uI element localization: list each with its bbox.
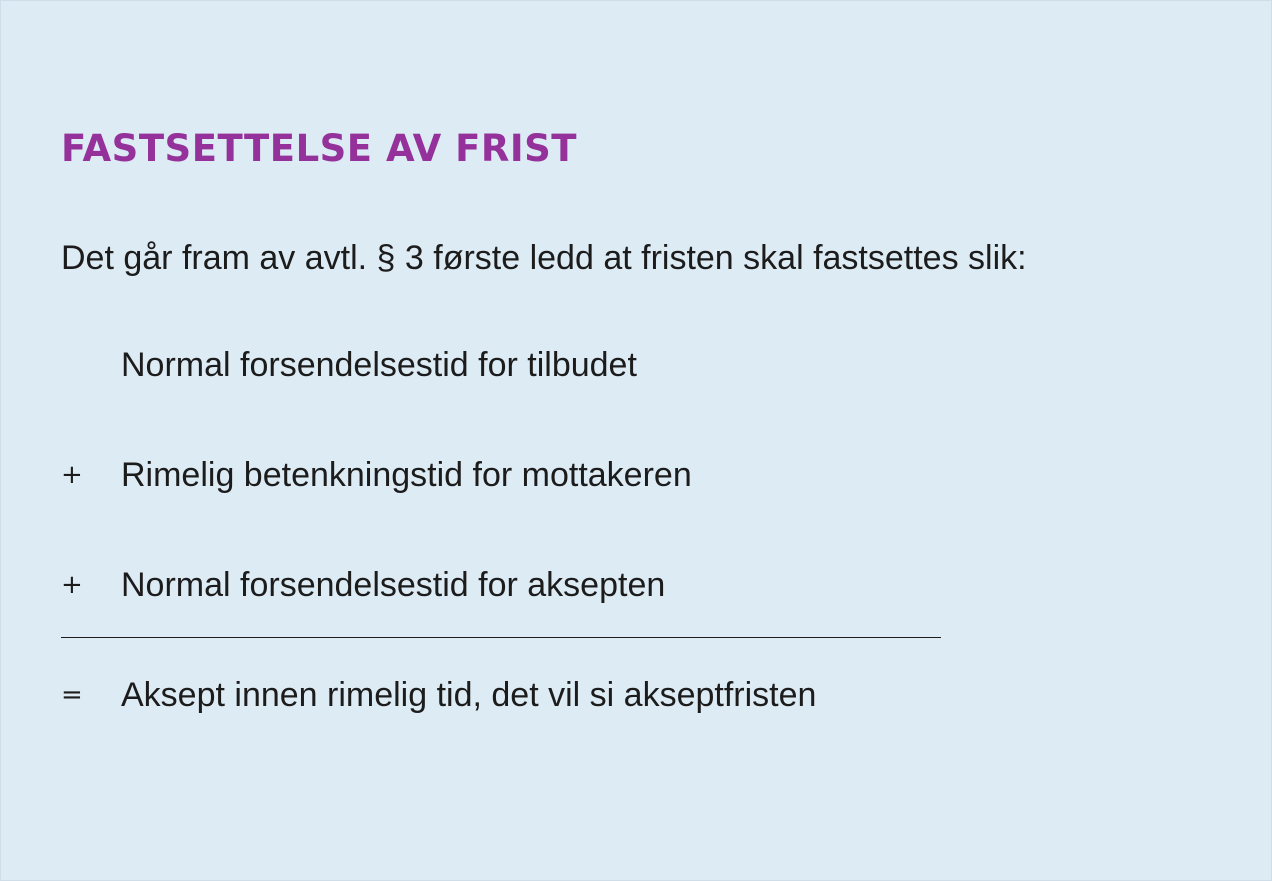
box-heading: FASTSETTELSE AV FRIST xyxy=(61,127,578,170)
equals-operator: = xyxy=(61,680,83,710)
plus-operator: + xyxy=(61,570,83,600)
sum-divider xyxy=(61,637,941,638)
plus-operator: + xyxy=(61,460,83,490)
intro-sentence: Det går fram av avtl. § 3 første ledd at… xyxy=(61,239,1027,277)
info-box: FASTSETTELSE AV FRIST Det går fram av av… xyxy=(0,0,1272,881)
result-text: Aksept innen rimelig tid, det vil si aks… xyxy=(121,676,817,714)
row-text: Normal forsendelsestid for tilbudet xyxy=(121,346,637,384)
row-text: Rimelig betenkningstid for mottakeren xyxy=(121,456,692,494)
row-text: Normal forsendelsestid for aksepten xyxy=(121,566,666,604)
